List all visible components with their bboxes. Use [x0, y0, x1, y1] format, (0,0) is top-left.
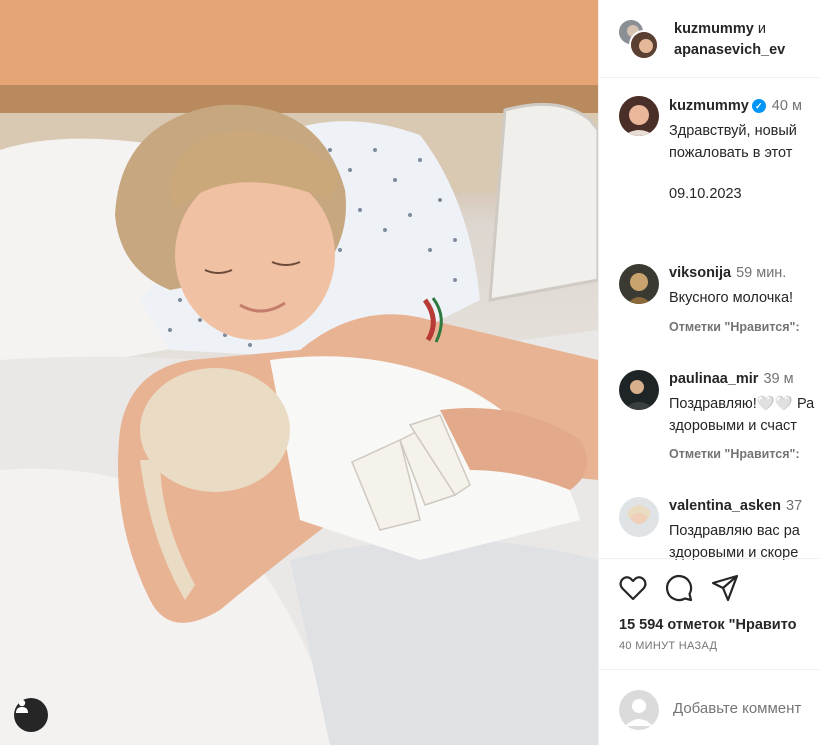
comment-line: здоровыми и скоре — [669, 545, 799, 561]
caption-line: Здравствуй, новый — [669, 123, 797, 139]
current-user-avatar — [619, 690, 659, 730]
heart-icon[interactable] — [617, 572, 649, 604]
avatar[interactable] — [619, 96, 659, 136]
post-header: kuzmummy и apanasevich_ev — [599, 0, 819, 78]
divider — [599, 669, 819, 670]
user-icon — [16, 699, 28, 713]
comment-line: Вкусного молочка! — [669, 290, 794, 306]
avatar[interactable] — [619, 497, 659, 537]
post-time-ago: 40 МИНУТ НАЗАД — [619, 640, 718, 652]
divider — [599, 558, 819, 559]
comment-item: viksonija 59 мин. Вкусного молочка! Отмет… — [599, 262, 819, 352]
post-photo[interactable] — [0, 0, 598, 745]
likes-count[interactable]: 15 594 отметок "Нравито — [619, 617, 797, 633]
comment-line: Поздравляю вас ра — [669, 523, 800, 539]
post-actions — [617, 572, 741, 604]
verified-badge-icon: ✓ — [751, 99, 766, 113]
header-username-1[interactable]: kuzmummy — [674, 21, 754, 37]
comment-likes[interactable]: Отметки "Нравится": — [669, 447, 800, 461]
comment-line: Поздравляю!🤍🤍 Ра — [669, 396, 815, 412]
caption-username[interactable]: kuzmummy — [669, 98, 749, 114]
add-comment-input[interactable] — [673, 700, 819, 717]
comment-icon[interactable] — [663, 572, 695, 604]
comment-text: Вкусного молочка! — [669, 287, 793, 309]
header-conjunction: и — [757, 21, 766, 37]
caption-text: Здравствуй, новый пожаловать в этот — [669, 120, 819, 164]
avatar[interactable] — [619, 264, 659, 304]
caption-date: 09.10.2023 — [669, 186, 742, 202]
comment-time: 59 мин. — [736, 265, 787, 281]
header-username-2[interactable]: apanasevich_ev — [674, 42, 785, 58]
avatar — [629, 30, 659, 60]
comment-time: 39 м — [763, 371, 794, 387]
comment-likes[interactable]: Отметки "Нравится": — [669, 320, 800, 334]
comment-username[interactable]: valentina_asken — [669, 498, 781, 514]
comment-username[interactable]: paulinaa_mir — [669, 371, 758, 387]
caption-time: 40 м — [771, 98, 802, 114]
post-side-panel: kuzmummy и apanasevich_ev kuzmummy ✓ 40 м … — [598, 0, 819, 745]
comment-text: Поздравляю!🤍🤍 Ра здоровыми и счаст — [669, 393, 814, 437]
comment-line: здоровыми и счаст — [669, 418, 797, 434]
comment-item: paulinaa_mir 39 м Поздравляю!🤍🤍 Ра здоров… — [599, 368, 819, 461]
share-icon[interactable] — [709, 572, 741, 604]
photo-illustration — [0, 0, 598, 745]
comment-username[interactable]: viksonija — [669, 265, 731, 281]
collab-usernames: kuzmummy и apanasevich_ev — [674, 19, 785, 61]
caption-line: пожаловать в этот — [669, 145, 793, 161]
collab-avatars[interactable] — [617, 18, 661, 62]
tagged-users-button[interactable] — [14, 698, 48, 732]
avatar[interactable] — [619, 370, 659, 410]
comment-time: 37 — [786, 498, 803, 514]
